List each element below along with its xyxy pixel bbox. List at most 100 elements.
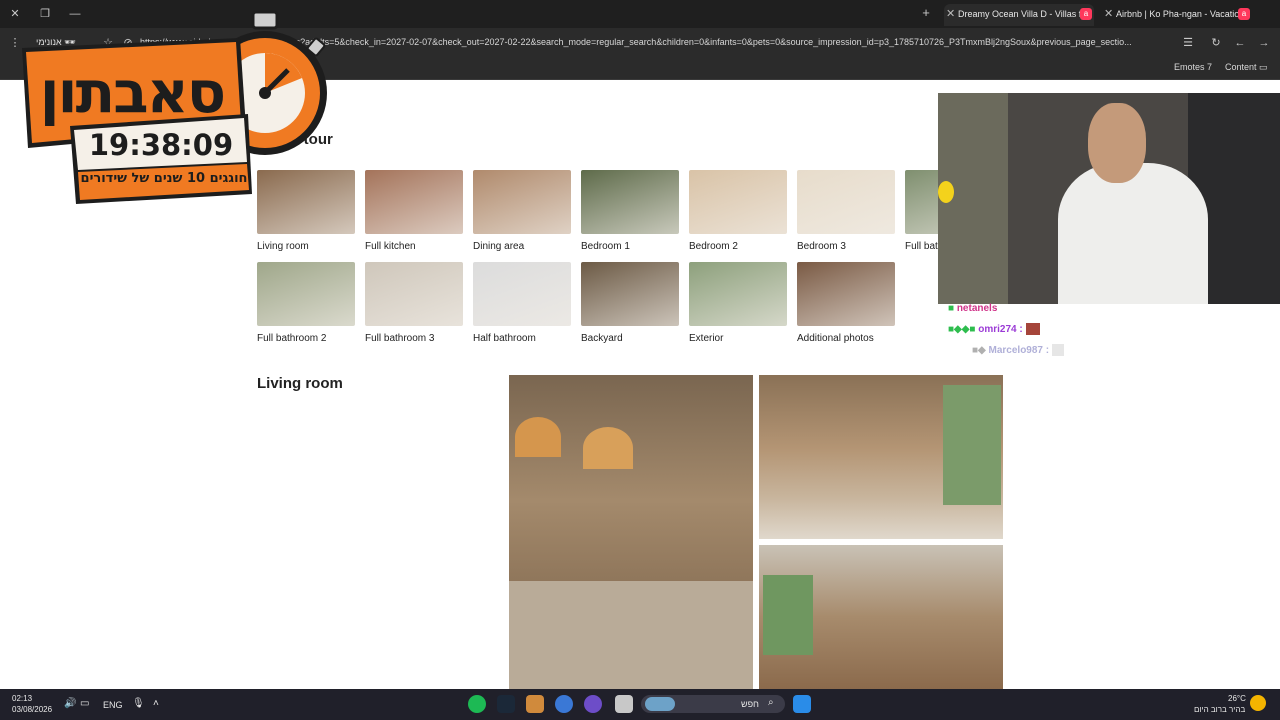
person-head-shape — [1088, 103, 1146, 183]
clock-date[interactable]: 03/08/2026 — [12, 705, 52, 715]
thumbnail-image[interactable] — [365, 262, 463, 326]
photo-thumbnail[interactable]: Half bathroom — [473, 262, 571, 344]
network-icon[interactable]: ▭ — [80, 699, 89, 709]
chrome-icon[interactable] — [555, 695, 573, 713]
thumbnail-image[interactable] — [905, 170, 938, 234]
tab-airbnb-ko-phangan[interactable]: ✕ Airbnb | Ko Pha-ngan - Vacatio a — [1102, 4, 1252, 26]
thumbnail-label[interactable]: Living room — [257, 241, 355, 252]
search-placeholder: חפש — [741, 699, 759, 709]
photo-thumbnail[interactable]: Bedroom 3 — [797, 170, 895, 252]
thumbnail-label[interactable]: Half bathroom — [473, 333, 571, 344]
close-tab-icon[interactable]: ✕ — [946, 4, 955, 24]
thumbnail-image[interactable] — [581, 170, 679, 234]
photo-thumbnail[interactable]: Dining area — [473, 170, 571, 252]
living-room-photo-3[interactable] — [759, 545, 1003, 689]
photo-thumbnail[interactable]: Full bat — [905, 170, 938, 252]
thumbnail-label[interactable]: Dining area — [473, 241, 571, 252]
bookmark-content[interactable]: Content ▭ — [1225, 60, 1268, 74]
chat-separator: : — [1019, 324, 1023, 335]
yellow-object-shape — [938, 181, 954, 203]
pendant-lamp-shape — [583, 427, 633, 469]
chat-message: ■ netanels — [948, 298, 1148, 319]
thumbnail-image[interactable] — [473, 262, 571, 326]
living-room-photo-1[interactable] — [509, 375, 753, 689]
living-room-section-title: Living room — [257, 375, 343, 392]
photo-thumbnail[interactable]: Backyard — [581, 262, 679, 344]
tab-dreamy-ocean-villa[interactable]: ✕ Dreamy Ocean Villa D - Villas f a — [944, 4, 1094, 26]
photo-thumbnail[interactable]: Full bathroom 2 — [257, 262, 355, 344]
steam-icon[interactable] — [497, 695, 515, 713]
search-highlight-icon — [645, 697, 675, 711]
photo-thumbnail[interactable]: Bedroom 2 — [689, 170, 787, 252]
clock-time[interactable]: 02:13 — [12, 694, 32, 704]
subathon-logo: סאבתון 19:38:09 חוגגים 10 שנים של שידורי… — [10, 8, 330, 208]
language-indicator[interactable]: ENG — [103, 700, 123, 710]
thumbnail-image[interactable] — [365, 170, 463, 234]
thumbnail-label[interactable]: Bedroom 1 — [581, 241, 679, 252]
thumbnail-label[interactable]: Full bat — [905, 241, 938, 252]
thumbnail-image[interactable] — [797, 170, 895, 234]
emotes-icon: 7 — [1207, 62, 1213, 72]
chat-username: Marcelo987 — [988, 345, 1043, 356]
app-icon[interactable] — [526, 695, 544, 713]
thumbnail-image[interactable] — [689, 262, 787, 326]
thumbnail-image[interactable] — [581, 262, 679, 326]
thumbnail-label[interactable]: Full kitchen — [365, 241, 463, 252]
thumbnail-image[interactable] — [689, 170, 787, 234]
logo-subtitle: חוגגים 10 שנים של שידורים — [80, 171, 248, 186]
chat-separator: : — [1045, 345, 1050, 356]
taskbar-search-box[interactable]: חפש ⌕ — [641, 695, 785, 713]
photo-thumbnail[interactable]: Bedroom 1 — [581, 170, 679, 252]
chat-username: omri274 — [978, 324, 1017, 335]
close-tab-icon[interactable]: ✕ — [1104, 4, 1113, 24]
chat-badge-icon: ■ — [948, 303, 955, 314]
subathon-timer: 19:38:09 — [88, 128, 234, 162]
thumbnail-label[interactable]: Exterior — [689, 333, 787, 344]
webcam-overlay — [938, 93, 1280, 304]
thumbnail-image[interactable] — [797, 262, 895, 326]
photo-thumbnail[interactable]: Exterior — [689, 262, 787, 344]
airbnb-favicon-icon: a — [1238, 8, 1250, 20]
chat-message: ■◆◆■ omri274 : — [948, 319, 1148, 340]
pendant-lamp-shape — [515, 417, 561, 457]
reload-icon[interactable]: ↻ — [1209, 36, 1223, 50]
search-icon: ⌕ — [768, 697, 774, 708]
thumbnail-label[interactable]: Additional photos — [797, 333, 895, 344]
weather-description[interactable]: בהיר ברוב היום — [1194, 705, 1245, 715]
photo-thumbnail[interactable]: Full bathroom 3 — [365, 262, 463, 344]
discord-icon[interactable] — [584, 695, 602, 713]
weather-temperature[interactable]: 26°C — [1228, 694, 1246, 704]
thumbnail-label[interactable]: Full bathroom 2 — [257, 333, 355, 344]
file-explorer-icon[interactable] — [615, 695, 633, 713]
chat-badge-icon: ■◆ — [972, 345, 986, 356]
forward-icon[interactable]: → — [1257, 36, 1271, 50]
airbnb-favicon-icon: a — [1080, 8, 1092, 20]
photo-thumbnail[interactable]: Full kitchen — [365, 170, 463, 252]
thumbnail-image[interactable] — [257, 262, 355, 326]
sofa-shape — [509, 581, 753, 689]
windows-start-icon[interactable] — [793, 695, 811, 713]
bookmark-emotes-label: Emotes — [1174, 62, 1205, 72]
speaker-icon[interactable]: 🔊 — [64, 699, 76, 709]
living-room-photo-2[interactable] — [759, 375, 1003, 539]
logo-title: סאבתון — [39, 58, 226, 126]
microphone-icon[interactable]: 🎙 — [132, 699, 145, 709]
new-tab-button[interactable]: + — [919, 6, 933, 20]
stream-chat-overlay: ■ netanels ■◆◆■ omri274 : ■◆ Marcelo987 … — [948, 298, 1148, 361]
back-icon[interactable]: ← — [1233, 36, 1247, 50]
bookmark-emotes[interactable]: Emotes 7 — [1174, 60, 1212, 74]
bookmark-content-label: Content — [1225, 62, 1257, 72]
photo-thumbnail[interactable]: Additional photos — [797, 262, 895, 344]
chat-message: ■◆ Marcelo987 : — [948, 340, 1148, 361]
spotify-icon[interactable] — [468, 695, 486, 713]
window-view-shape — [943, 385, 1001, 505]
thumbnail-label[interactable]: Backyard — [581, 333, 679, 344]
thumbnail-label[interactable]: Full bathroom 3 — [365, 333, 463, 344]
thumbnail-label[interactable]: Bedroom 2 — [689, 241, 787, 252]
folder-icon: ▭ — [1259, 62, 1268, 72]
thumbnail-label[interactable]: Bedroom 3 — [797, 241, 895, 252]
tab-label: Airbnb | Ko Pha-ngan - Vacatio — [1116, 9, 1240, 19]
thumbnail-image[interactable] — [473, 170, 571, 234]
tab-label: Dreamy Ocean Villa D - Villas f — [958, 9, 1082, 19]
chevron-up-icon[interactable]: ˄ — [153, 699, 159, 709]
